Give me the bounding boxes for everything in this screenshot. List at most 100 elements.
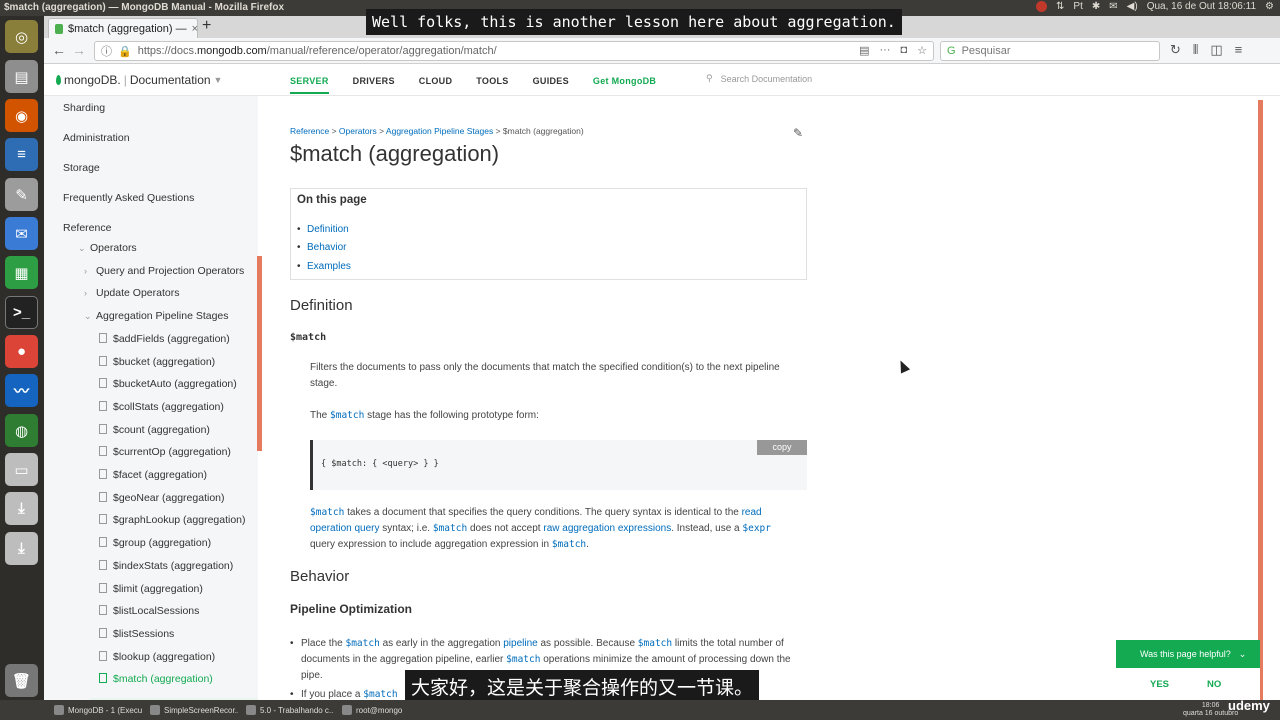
- installer-icon[interactable]: ⤓: [5, 492, 38, 525]
- sidebar-item-match-aggregation[interactable]: $match (aggregation): [99, 673, 213, 685]
- reader-view-icon[interactable]: ▤: [859, 44, 869, 57]
- page-scrollbar[interactable]: [1258, 100, 1263, 700]
- sidebar-item-reference[interactable]: Reference: [63, 222, 111, 234]
- toc-link-examples[interactable]: Examples: [297, 261, 351, 272]
- sidebar-item-count-aggregation[interactable]: $count (aggregation): [99, 423, 210, 436]
- chevron-down-icon[interactable]: ⌄: [84, 311, 96, 322]
- tab-close-icon[interactable]: ×: [192, 23, 197, 35]
- copy-button[interactable]: copy: [757, 440, 807, 455]
- firefox-icon[interactable]: ◉: [5, 99, 38, 132]
- site-logo[interactable]: mongoDB. | Documentation ▼: [56, 73, 222, 87]
- nav-server[interactable]: SERVER: [290, 76, 329, 94]
- terminal-icon[interactable]: >_: [5, 296, 38, 329]
- menu-icon[interactable]: ≡: [1235, 42, 1243, 58]
- expr-link[interactable]: $expr: [742, 523, 771, 534]
- sidebar-item-query-and-projection-operators[interactable]: › Query and Projection Operators: [84, 265, 244, 277]
- volume-icon[interactable]: ◀): [1127, 1, 1138, 12]
- breadcrumb-reference[interactable]: Reference: [290, 126, 329, 136]
- pipeline-link[interactable]: pipeline: [503, 638, 537, 649]
- taskbar-item[interactable]: root@mongo1: ...: [338, 702, 402, 718]
- info-icon[interactable]: ⓘ: [101, 43, 112, 59]
- edit-page-icon[interactable]: ✎: [793, 126, 803, 140]
- sidebar-item-listsessions[interactable]: $listSessions: [99, 627, 174, 640]
- sidebar-item-currentop-aggregation[interactable]: $currentOp (aggregation): [99, 446, 231, 458]
- sidebar-item-lookup-aggregation[interactable]: $lookup (aggregation): [99, 650, 215, 663]
- record-indicator-icon[interactable]: [1036, 1, 1048, 12]
- sidebar-item-addfields-aggregation[interactable]: $addFields (aggregation): [99, 332, 230, 345]
- feedback-header[interactable]: Was this page helpful? ⌄: [1116, 640, 1260, 668]
- calc-icon[interactable]: ▦: [5, 256, 38, 289]
- sidebar-item-group-aggregation[interactable]: $group (aggregation): [99, 537, 211, 549]
- reload-icon[interactable]: ↻: [1170, 42, 1181, 58]
- bookmark-star-icon[interactable]: ☆: [917, 44, 927, 57]
- raw-aggregation-expressions-link[interactable]: raw aggregation expressions: [543, 523, 671, 534]
- nav-get-mongodb[interactable]: Get MongoDB: [593, 76, 656, 94]
- back-arrow-icon[interactable]: ←: [52, 42, 66, 58]
- taskbar-item[interactable]: MongoDB - 1 (Execu...: [50, 702, 142, 718]
- toc-link-definition[interactable]: Definition: [297, 224, 349, 235]
- writer-icon[interactable]: ≡: [5, 138, 38, 171]
- sidebar-item-aggregation-pipeline-stages[interactable]: ⌄ Aggregation Pipeline Stages: [84, 310, 229, 322]
- trash-icon[interactable]: 🗑: [5, 664, 38, 697]
- nav-tools[interactable]: TOOLS: [476, 76, 508, 94]
- sidebar-item-update-operators[interactable]: › Update Operators: [84, 287, 179, 299]
- nav-drivers[interactable]: DRIVERS: [353, 76, 395, 94]
- sidebar-item-facet-aggregation[interactable]: $facet (aggregation): [99, 469, 207, 481]
- system-clock[interactable]: Qua, 16 de Out 18:06:11: [1147, 1, 1256, 12]
- url-bar[interactable]: ⓘ 🔒 https://docs.mongodb.com/manual/refe…: [94, 41, 934, 61]
- browser-search-field[interactable]: G Pesquisar: [940, 41, 1160, 61]
- search-engine-icon[interactable]: G: [947, 45, 956, 57]
- chevron-right-icon[interactable]: ›: [84, 266, 96, 276]
- drive-icon[interactable]: ▭: [5, 453, 38, 486]
- nav-guides[interactable]: GUIDES: [533, 76, 569, 94]
- chevron-down-icon[interactable]: ▼: [214, 75, 223, 85]
- chevron-right-icon[interactable]: ›: [84, 288, 96, 298]
- chevron-down-icon[interactable]: ⌄: [78, 243, 90, 254]
- bluetooth-icon[interactable]: ✱: [1092, 1, 1100, 12]
- feedback-yes-button[interactable]: YES: [1150, 679, 1169, 690]
- sidebar-item-listlocalsessions[interactable]: $listLocalSessions: [99, 605, 199, 617]
- sidebar-toggle-icon[interactable]: ◫: [1210, 42, 1222, 58]
- files-icon[interactable]: ▤: [5, 60, 38, 93]
- page-actions-icon[interactable]: ···: [879, 44, 890, 57]
- installer-2-icon[interactable]: ⤓: [5, 532, 38, 565]
- sidebar-item-bucketauto-aggregation[interactable]: $bucketAuto (aggregation): [99, 378, 237, 390]
- sidebar-item-administration[interactable]: Administration: [63, 132, 130, 144]
- sidebar-item-sharding[interactable]: Sharding: [63, 102, 105, 114]
- sidebar-scrollbar[interactable]: [257, 256, 262, 451]
- browser-tab[interactable]: $match (aggregation) — ×: [48, 18, 198, 38]
- sidebar-item-storage[interactable]: Storage: [63, 162, 100, 174]
- settings-gear-icon[interactable]: ⚙: [1265, 1, 1274, 12]
- thunderbird-icon[interactable]: ✉: [5, 217, 38, 250]
- docs-search[interactable]: ⚲ Search Documentation: [706, 73, 812, 84]
- pocket-icon[interactable]: ◘: [900, 44, 907, 57]
- sidebar-item-collstats-aggregation[interactable]: $collStats (aggregation): [99, 400, 224, 413]
- ubuntu-dash-icon[interactable]: ◎: [5, 20, 38, 53]
- keyboard-layout[interactable]: Pt: [1073, 1, 1082, 12]
- sidebar-item-graphlookup-aggregation[interactable]: $graphLookup (aggregation): [99, 514, 246, 526]
- monitor-icon[interactable]: 〰: [5, 374, 38, 407]
- sidebar-item-bucket-aggregation[interactable]: $bucket (aggregation): [99, 355, 215, 368]
- toc-link-behavior[interactable]: Behavior: [297, 242, 347, 253]
- chrome-icon[interactable]: ●: [5, 335, 38, 368]
- forward-arrow-icon[interactable]: →: [72, 42, 86, 58]
- nav-cloud[interactable]: CLOUD: [419, 76, 453, 94]
- feedback-no-button[interactable]: NO: [1207, 679, 1221, 690]
- breadcrumb-operators[interactable]: Operators: [339, 126, 377, 136]
- network-icon[interactable]: ⇅: [1056, 1, 1064, 12]
- breadcrumb-aggregation-stages[interactable]: Aggregation Pipeline Stages: [386, 126, 493, 136]
- sidebar-item-indexstats-aggregation[interactable]: $indexStats (aggregation): [99, 559, 233, 572]
- new-tab-button[interactable]: +: [202, 17, 211, 35]
- taskbar-item[interactable]: SimpleScreenRecor...: [146, 702, 238, 718]
- library-icon[interactable]: ⫴: [1193, 42, 1198, 58]
- text-editor-icon[interactable]: ✎: [5, 178, 38, 211]
- chevron-down-icon[interactable]: ⌄: [1239, 649, 1247, 660]
- sidebar-item-limit-aggregation[interactable]: $limit (aggregation): [99, 582, 203, 595]
- globe-icon[interactable]: ◍: [5, 414, 38, 447]
- mail-icon[interactable]: ✉: [1109, 1, 1117, 12]
- sidebar-item-operators[interactable]: ⌄ Operators: [78, 242, 137, 254]
- taskbar-item[interactable]: 5.0 - Trabalhando c...: [242, 702, 334, 718]
- match-code-inline[interactable]: $match: [330, 410, 364, 421]
- sidebar-item-geonear-aggregation[interactable]: $geoNear (aggregation): [99, 491, 225, 504]
- sidebar-item-frequently-asked-questions[interactable]: Frequently Asked Questions: [63, 192, 194, 204]
